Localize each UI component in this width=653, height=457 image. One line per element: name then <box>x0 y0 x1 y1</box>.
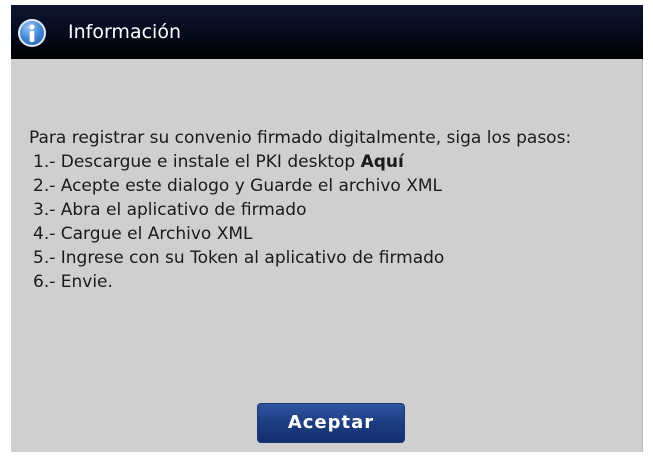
step-item: 5.- Ingrese con su Token al aplicativo d… <box>33 248 445 268</box>
download-link[interactable]: Aquí <box>361 152 404 172</box>
intro-text: Para registrar su convenio firmado digit… <box>29 128 572 148</box>
info-dialog: Información Para registrar su convenio f… <box>11 5 643 452</box>
step-item: 1.- Descargue e instale el PKI desktop A… <box>29 150 639 174</box>
step-item: 3.- Abra el aplicativo de firmado <box>33 200 307 220</box>
accept-button[interactable]: Aceptar <box>257 403 405 443</box>
step-item: 2.- Acepte este dialogo y Guarde el arch… <box>33 176 442 196</box>
step-text: 1.- Descargue e instale el PKI desktop <box>33 152 361 172</box>
dialog-title: Información <box>68 21 181 43</box>
dialog-titlebar: Información <box>11 5 643 59</box>
dialog-content: Para registrar su convenio firmado digit… <box>29 126 639 294</box>
steps-list: 1.- Descargue e instale el PKI desktop A… <box>29 150 639 294</box>
info-icon <box>18 19 46 47</box>
step-item: 4.- Cargue el Archivo XML <box>33 224 253 244</box>
step-item: 6.- Envie. <box>33 272 113 292</box>
